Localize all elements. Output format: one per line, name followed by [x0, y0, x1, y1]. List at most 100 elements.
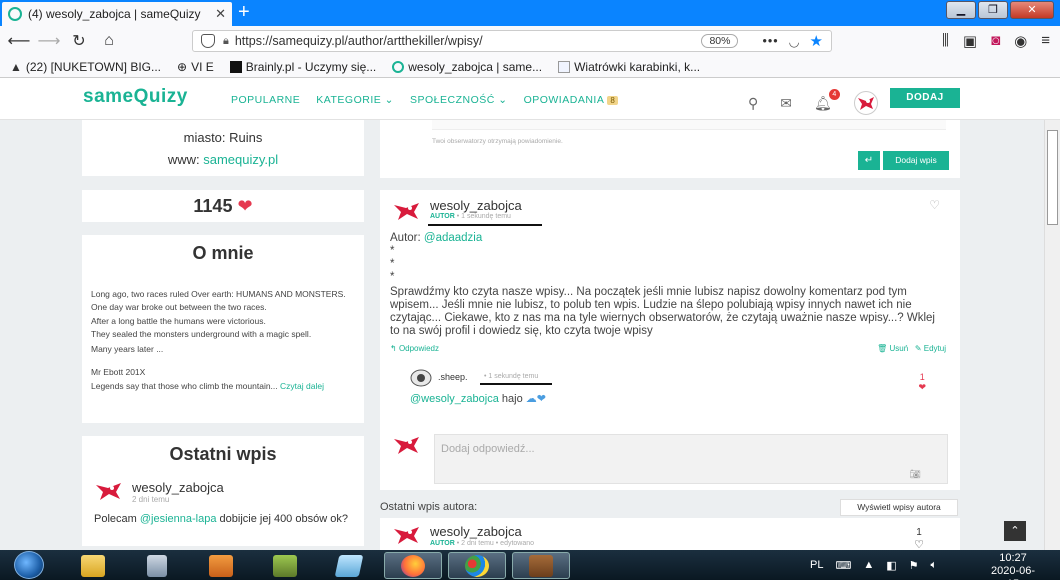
taskbar-calculator[interactable]: [128, 552, 186, 579]
mail-icon[interactable]: ✉: [780, 95, 792, 112]
clock-time: 10:27: [999, 552, 1027, 564]
menu-icon[interactable]: ≡: [1041, 32, 1050, 50]
last-post-text: Polecam @jesienna-lapa dobijcie jej 400 …: [94, 512, 348, 526]
zoom-level[interactable]: 80%: [701, 34, 739, 48]
taskbar-notes[interactable]: [320, 552, 378, 579]
taskbar-media[interactable]: [192, 552, 250, 579]
taskbar-clock[interactable]: 10:27 2020-06-15: [985, 552, 1041, 580]
pocket-icon[interactable]: ◡: [789, 34, 800, 49]
sidebar-icon[interactable]: ▣: [963, 32, 977, 50]
extension-icon[interactable]: ◉: [1014, 32, 1027, 50]
star-line: *: [390, 271, 395, 283]
search-icon[interactable]: ⚲: [748, 95, 758, 112]
bookmark-item[interactable]: Wiatrówki karabinki, k...: [558, 60, 700, 74]
shield-icon[interactable]: [201, 34, 215, 48]
tray-expand-icon[interactable]: ▲: [863, 559, 874, 571]
taskbar-firefox[interactable]: [384, 552, 442, 579]
post-time: 1 sekundę temu: [461, 213, 511, 220]
volume-icon[interactable]: 🔈︎: [931, 559, 938, 572]
forward-icon[interactable]: ⟶: [34, 31, 64, 51]
compose-note: Twoi obserwatorzy otrzymają powiadomieni…: [432, 138, 563, 145]
heart-outline-icon[interactable]: ♡: [929, 198, 940, 212]
reload-icon[interactable]: ↻: [64, 31, 94, 51]
menu-kategorie[interactable]: KATEGORIE ⌄: [316, 94, 394, 106]
bookmark-star-icon[interactable]: ★: [810, 32, 823, 50]
reply-input[interactable]: Dodaj odpowiedź... 📷︎: [434, 434, 948, 484]
menu-popularne[interactable]: POPULARNE: [231, 94, 300, 106]
flag-icon[interactable]: ⚑: [909, 559, 919, 572]
comment-author[interactable]: .sheep.: [438, 372, 468, 382]
mention-link[interactable]: @jesienna-lapa: [140, 513, 217, 525]
url-text[interactable]: https://samequizy.pl/author/artthekiller…: [235, 34, 702, 48]
taskbar-paint[interactable]: [448, 552, 506, 579]
www-link[interactable]: samequizy.pl: [203, 152, 278, 167]
author-last-post: wesoly_zabojca AUTOR • 2 dni temu • edyt…: [380, 518, 960, 551]
home-icon[interactable]: ⌂: [94, 32, 124, 50]
likes-card: 1145 ❤: [82, 190, 364, 222]
reply-link[interactable]: ↰ Odpowiedz: [390, 344, 439, 353]
profile-city: miasto: Ruins: [183, 130, 263, 145]
paint-icon: [465, 554, 489, 577]
add-button[interactable]: DODAJ: [890, 88, 960, 108]
library-icon[interactable]: ⫼: [942, 32, 949, 50]
network-icon[interactable]: ◧: [886, 559, 896, 572]
keyboard-icon[interactable]: ⌨: [835, 559, 851, 572]
taskbar-explorer[interactable]: [64, 552, 122, 579]
new-tab-button[interactable]: +: [238, 1, 250, 23]
delete-link[interactable]: 🗑︎ Usuń: [877, 344, 908, 353]
language-indicator[interactable]: PL: [810, 559, 823, 571]
bookmark-label: VI E: [191, 59, 214, 74]
bell-icon[interactable]: 🔔︎ 4: [814, 88, 840, 112]
start-button[interactable]: [14, 551, 44, 579]
read-more-link[interactable]: Czytaj dalej: [280, 381, 324, 391]
comment-mention-link[interactable]: @wesoly_zabojca: [410, 393, 499, 405]
bookmark-item[interactable]: ▲ (22) [NUKETOWN] BIG...: [10, 60, 161, 74]
close-window-button[interactable]: ✕: [1010, 1, 1054, 19]
bookmark-label: Wiatrówki karabinki, k...: [574, 59, 701, 74]
taskbar-minecraft[interactable]: [256, 552, 314, 579]
tab-samequizy[interactable]: (4) wesoly_zabojca | sameQuizy ✕: [2, 2, 232, 26]
bookmark-item[interactable]: Brainly.pl - Uczymy się...: [229, 60, 376, 74]
last-author-name[interactable]: wesoly_zabojca: [430, 524, 522, 539]
close-tab-icon[interactable]: ✕: [215, 6, 226, 22]
edit-link[interactable]: ✎ Edytuj: [915, 344, 946, 353]
taskbar-game[interactable]: [512, 552, 570, 579]
site-logo[interactable]: sameQuizy: [83, 86, 188, 108]
samequizy-favicon-icon: [8, 7, 22, 21]
post-author-avatar[interactable]: [392, 200, 422, 222]
camera-icon[interactable]: 📷︎: [910, 469, 921, 480]
comment-time-text: 1 sekundę temu: [488, 373, 539, 380]
last-author-avatar[interactable]: [392, 524, 422, 546]
vertical-scrollbar[interactable]: [1044, 120, 1060, 550]
maximize-button[interactable]: ❐: [978, 1, 1008, 19]
user-avatar[interactable]: [853, 91, 878, 115]
back-icon[interactable]: ⟵: [4, 31, 34, 51]
post-body: Autor: @adaadzia * * * Sprawdźmy kto czy…: [390, 232, 946, 338]
lock-icon[interactable]: 🔒︎: [223, 35, 229, 48]
bookmark-item[interactable]: ⊕ VI E: [177, 60, 214, 74]
menu-opowiadania[interactable]: OPOWIADANIA 8: [524, 94, 619, 106]
commenter-avatar[interactable]: [410, 368, 432, 388]
about-line: After a long battle the humans were vict…: [91, 315, 266, 326]
last-post-likes[interactable]: 1 ♡: [914, 527, 924, 551]
add-post-button[interactable]: Dodaj wpis: [883, 151, 949, 170]
show-author-posts-button[interactable]: Wyświetl wpisy autora: [840, 499, 958, 516]
last-post-author[interactable]: wesoly_zabojca: [132, 480, 224, 495]
post-author[interactable]: wesoly_zabojca: [430, 198, 522, 213]
pocket-save-icon[interactable]: ◙: [991, 32, 1000, 50]
text-part: Polecam: [94, 513, 140, 525]
reply-arrow-button[interactable]: ↵: [858, 151, 880, 170]
comment-likes[interactable]: 1 ❤: [918, 372, 926, 393]
scrollbar-thumb[interactable]: [1047, 130, 1058, 225]
page-actions-icon[interactable]: •••: [762, 34, 778, 48]
bookmark-item[interactable]: wesoly_zabojca | same...: [392, 60, 542, 74]
menu-spolecznosc[interactable]: SPOŁECZNOŚĆ ⌄: [410, 94, 508, 106]
author-mention-link[interactable]: @adaadzia: [424, 232, 482, 244]
bookmark-label: wesoly_zabojca | same...: [408, 59, 543, 74]
scroll-top-button[interactable]: ⌃: [1004, 521, 1026, 541]
site-header: sameQuizy POPULARNE KATEGORIE ⌄ SPOŁECZN…: [0, 78, 1060, 120]
minimize-button[interactable]: ▁: [946, 1, 976, 19]
author-avatar[interactable]: [94, 480, 124, 502]
compose-input[interactable]: [432, 120, 946, 130]
url-bar[interactable]: 🔒︎ https://samequizy.pl/author/artthekil…: [192, 30, 832, 52]
